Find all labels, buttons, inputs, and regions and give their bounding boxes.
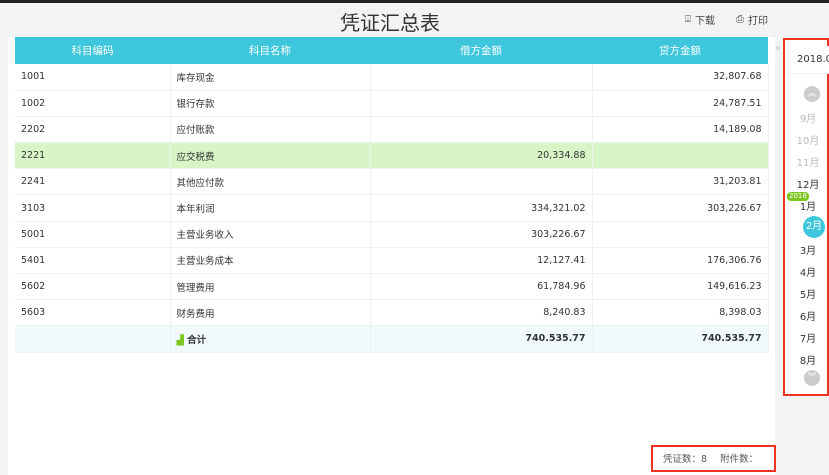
total-label: ▟ 合计 xyxy=(170,325,371,353)
cell-debit: 334,321.02 xyxy=(370,194,593,222)
cell-name: 主营业务成本 xyxy=(170,247,371,275)
table-row[interactable]: 1001 库存现金 32,807.68 xyxy=(15,64,769,91)
cell-code: 3103 xyxy=(15,194,171,222)
cell-code: 5401 xyxy=(15,247,171,275)
cell-name: 应交税费 xyxy=(170,142,371,170)
cell-debit xyxy=(370,168,593,196)
col-header-credit[interactable]: 贷方金额 xyxy=(592,37,768,64)
cell-debit: 8,240.83 xyxy=(370,299,593,327)
cell-name: 管理费用 xyxy=(170,273,371,301)
cell-credit: 8,398.03 xyxy=(592,299,769,327)
cell-code: 5001 xyxy=(15,221,171,248)
cell-credit xyxy=(592,142,769,170)
top-border xyxy=(0,0,829,3)
footer-counts: 凭证数：8 附件数： xyxy=(651,445,776,472)
cell-credit: 303,226.67 xyxy=(592,194,769,222)
download-icon: ⍗ xyxy=(685,14,691,25)
page-title: 凭证汇总表 xyxy=(340,11,440,35)
cell-code: 5603 xyxy=(15,299,171,327)
month-item[interactable]: 4月 xyxy=(785,264,829,279)
summary-table: 科目编码 科目名称 借方金额 贷方金额 1001 库存现金 32,807.68 100… xyxy=(15,37,769,353)
month-item[interactable]: 3月 xyxy=(785,242,829,257)
cell-name: 财务费用 xyxy=(170,299,371,327)
cell-credit xyxy=(592,221,769,248)
cell-debit xyxy=(370,90,593,117)
table-row[interactable]: 2241 其他应付款 31,203.81 xyxy=(15,168,769,196)
cell-debit xyxy=(370,64,593,91)
cell-code: 2221 xyxy=(15,142,171,170)
scroll-up-icon[interactable]: ︽ xyxy=(804,86,820,102)
table-row[interactable]: 5602 管理费用 61,784.96 149,616.23 xyxy=(15,273,769,301)
total-debit: 740.535.77 xyxy=(370,325,593,353)
month-item[interactable]: 5月 xyxy=(785,286,829,301)
table-row[interactable]: 1002 银行存款 24,787.51 xyxy=(15,90,769,117)
col-header-name[interactable]: 科目名称 xyxy=(170,37,370,64)
cell-code: 1001 xyxy=(15,64,171,91)
cell-debit: 12,127.41 xyxy=(370,247,593,275)
cell-code: 2241 xyxy=(15,168,171,196)
table-row[interactable]: 5001 主营业务收入 303,226.67 xyxy=(15,221,769,248)
month-item[interactable]: 8月 xyxy=(785,352,829,367)
table-row[interactable]: 5401 主营业务成本 12,127.41 176,306.76 xyxy=(15,247,769,275)
chart-icon: ▟ xyxy=(176,334,184,346)
cell-name: 应付账款 xyxy=(170,116,371,144)
table-row[interactable]: 3103 本年利润 334,321.02 303,226.67 xyxy=(15,194,769,222)
year-badge: 2018 xyxy=(787,192,809,201)
collapse-arrow-icon[interactable]: » xyxy=(775,43,781,54)
cell-name: 库存现金 xyxy=(170,64,371,91)
table-row[interactable]: 2221 应交税费 20,334.88 xyxy=(15,142,769,170)
cell-code: 2202 xyxy=(15,116,171,144)
cell-code: 5602 xyxy=(15,273,171,301)
table-row[interactable]: 2202 应付账款 14,189.08 xyxy=(15,116,769,144)
attachment-count: 附件数： xyxy=(720,454,759,465)
month-item[interactable]: 11月 xyxy=(785,154,829,169)
print-button[interactable]: ⎙ 打印 xyxy=(736,12,768,27)
month-item[interactable]: 2月 xyxy=(803,216,825,238)
cell-credit: 31,203.81 xyxy=(592,168,769,196)
cell-debit: 303,226.67 xyxy=(370,221,593,248)
cell-debit xyxy=(370,116,593,144)
cell-credit: 149,616.23 xyxy=(592,273,769,301)
total-row: ▟ 合计 740.535.77 740.535.77 xyxy=(15,325,769,353)
cell-credit: 32,807.68 xyxy=(592,64,769,91)
month-item[interactable]: 12月 xyxy=(785,176,829,191)
cell-credit: 24,787.51 xyxy=(592,90,769,117)
download-button[interactable]: ⍗ 下载 xyxy=(685,12,715,27)
cell-credit: 14,189.08 xyxy=(592,116,769,144)
month-item[interactable]: 7月 xyxy=(785,330,829,345)
printer-icon: ⎙ xyxy=(736,14,744,25)
month-item[interactable]: 9月 xyxy=(785,110,829,125)
col-header-debit[interactable]: 借方金额 xyxy=(370,37,592,64)
cell-credit: 176,306.76 xyxy=(592,247,769,275)
month-item[interactable]: 6月 xyxy=(785,308,829,323)
table-row[interactable]: 5603 财务费用 8,240.83 8,398.03 xyxy=(15,299,769,327)
voucher-count: 凭证数：8 xyxy=(663,454,708,465)
col-header-code[interactable]: 科目编码 xyxy=(15,37,170,64)
total-credit: 740.535.77 xyxy=(592,325,769,353)
cell-name: 主营业务收入 xyxy=(170,221,371,248)
month-sidebar: 2018.02 ︽ 9月10月11月12月1月2月3月4月5月6月7月8月 20… xyxy=(783,38,829,396)
cell-debit: 20,334.88 xyxy=(370,142,593,170)
cell-name: 银行存款 xyxy=(170,90,371,117)
date-display[interactable]: 2018.02 xyxy=(789,46,829,74)
scroll-down-icon[interactable]: ︾ xyxy=(804,370,820,386)
cell-debit: 61,784.96 xyxy=(370,273,593,301)
cell-name: 本年利润 xyxy=(170,194,371,222)
cell-code: 1002 xyxy=(15,90,171,117)
month-item[interactable]: 10月 xyxy=(785,132,829,147)
cell-name: 其他应付款 xyxy=(170,168,371,196)
